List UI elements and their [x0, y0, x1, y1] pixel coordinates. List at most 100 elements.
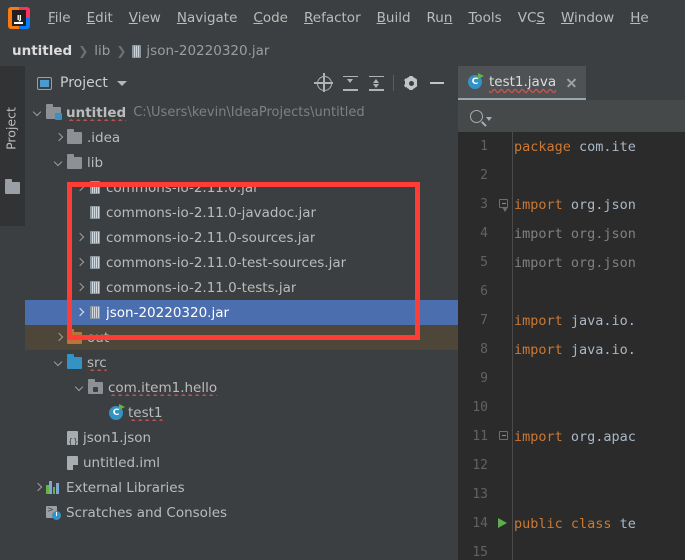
settings-button[interactable]: [398, 71, 424, 95]
tree-node[interactable]: untitled.iml: [25, 450, 458, 475]
line-number: 6: [480, 284, 488, 299]
code-line[interactable]: 2: [458, 161, 685, 190]
code-text: import org.json: [512, 197, 636, 213]
code-line[interactable]: 9: [458, 364, 685, 393]
menu-item-build[interactable]: Build: [369, 10, 419, 26]
fold-gutter[interactable]: [496, 422, 512, 451]
tree-node[interactable]: lib: [25, 150, 458, 175]
menu-item-run[interactable]: Run: [419, 10, 461, 26]
tree-node[interactable]: out: [25, 325, 458, 350]
chevron-right-icon[interactable]: [33, 483, 42, 492]
excluded-folder-icon: [67, 329, 82, 344]
chevron-right-icon[interactable]: [75, 258, 84, 267]
chevron-down-icon[interactable]: [54, 158, 63, 167]
code-line[interactable]: 6: [458, 277, 685, 306]
menu-item-refactor[interactable]: Refactor: [296, 10, 369, 26]
close-icon[interactable]: [565, 76, 578, 89]
tree-node[interactable]: commons-io-2.11.0.jar: [25, 175, 458, 200]
fold-toggle-icon[interactable]: [499, 199, 508, 212]
hide-button[interactable]: [424, 71, 450, 95]
tree-node-label: commons-io-2.11.0-test-sources.jar: [106, 254, 347, 271]
chevron-right-icon[interactable]: [75, 283, 84, 292]
code-line[interactable]: 12: [458, 451, 685, 480]
tree-node[interactable]: test1: [25, 400, 458, 425]
code-line[interactable]: 11 import org.apac: [458, 422, 685, 451]
tree-node[interactable]: json1.json: [25, 425, 458, 450]
tree-node-label: untitled.iml: [83, 454, 161, 471]
code-line[interactable]: 1 package com.ite: [458, 132, 685, 161]
chevron-right-icon[interactable]: [75, 183, 84, 192]
code-line[interactable]: 5 import org.json: [458, 248, 685, 277]
tree-node-label: commons-io-2.11.0-tests.jar: [106, 279, 297, 296]
menu-item-view[interactable]: View: [121, 10, 169, 26]
collapse-all-icon: [368, 75, 384, 91]
menu-item-navigate[interactable]: Navigate: [169, 10, 246, 26]
fold-toggle-icon[interactable]: [499, 431, 508, 440]
expand-all-icon: [342, 75, 358, 91]
code-line[interactable]: 7 import java.io.: [458, 306, 685, 335]
chevron-right-icon[interactable]: [75, 233, 84, 242]
code-line[interactable]: 10: [458, 393, 685, 422]
chevron-right-icon[interactable]: [54, 133, 63, 142]
breadcrumb-item[interactable]: json-20220320.jar: [132, 43, 269, 59]
tool-window-button-project[interactable]: Project: [0, 66, 25, 226]
search-icon[interactable]: [470, 109, 483, 123]
editor-tab-test1-java[interactable]: test1.java: [458, 66, 587, 100]
code-line[interactable]: 15: [458, 538, 685, 560]
chevron-down-icon[interactable]: [54, 358, 63, 367]
breadcrumb-item[interactable]: untitled: [12, 43, 72, 59]
menu-bar: IJ File Edit View Navigate Code Refactor Build…: [0, 0, 685, 36]
menu-item-help[interactable]: He: [622, 10, 656, 26]
chevron-down-icon[interactable]: [75, 383, 84, 392]
menu-item-edit[interactable]: Edit: [79, 10, 121, 26]
line-number: 10: [472, 400, 488, 415]
gutter-marker: [496, 393, 512, 422]
chevron-down-icon[interactable]: [33, 108, 42, 117]
tree-node[interactable]: untitled C:\Users\kevin\IdeaProjects\unti…: [25, 100, 458, 125]
run-arrow-icon[interactable]: [498, 518, 507, 528]
tree-node[interactable]: commons-io-2.11.0-javadoc.jar: [25, 200, 458, 225]
tree-node[interactable]: commons-io-2.11.0-sources.jar: [25, 225, 458, 250]
tree-node[interactable]: commons-io-2.11.0-tests.jar: [25, 275, 458, 300]
expand-all-button[interactable]: [337, 71, 363, 95]
code-token: org.json: [570, 225, 636, 242]
breadcrumb[interactable]: untitled ❯ lib ❯ json-20220320.jar: [0, 36, 685, 66]
chevron-down-icon[interactable]: [116, 80, 127, 86]
code-line[interactable]: 13: [458, 480, 685, 509]
tree-node[interactable]: External Libraries: [25, 475, 458, 500]
tree-node[interactable]: Scratches and Consoles: [25, 500, 458, 525]
project-tree[interactable]: untitled C:\Users\kevin\IdeaProjects\unti…: [25, 100, 458, 560]
tree-node[interactable]: src: [25, 350, 458, 375]
locate-icon: [313, 72, 333, 92]
code-line[interactable]: 8 import java.io.: [458, 335, 685, 364]
breadcrumb-item[interactable]: lib: [94, 43, 110, 59]
tree-node[interactable]: commons-io-2.11.0-test-sources.jar: [25, 250, 458, 275]
chevron-down-icon[interactable]: [486, 116, 492, 121]
locate-in-tree-button[interactable]: [311, 71, 337, 95]
tree-node[interactable]: com.item1.hello: [25, 375, 458, 400]
chevron-right-icon[interactable]: [75, 308, 84, 317]
breadcrumb-label: untitled: [12, 43, 73, 59]
gutter-marker: [496, 538, 512, 560]
fold-gutter[interactable]: [496, 190, 512, 219]
tree-node[interactable]: json-20220320.jar: [25, 300, 458, 325]
menu-item-tools[interactable]: Tools: [460, 10, 509, 26]
code-text: import org.json: [512, 226, 636, 242]
menu-item-window[interactable]: Window: [553, 10, 622, 26]
code-line[interactable]: 3 import org.json: [458, 190, 685, 219]
menu-item-vcs[interactable]: VCS: [510, 10, 553, 26]
chevron-right-icon[interactable]: [54, 333, 63, 342]
code-view[interactable]: 1 package com.ite 2 3 import org.json 4 import…: [458, 132, 685, 560]
module-folder-icon: [46, 104, 62, 120]
run-gutter[interactable]: [496, 509, 512, 538]
code-line[interactable]: 14 public class te: [458, 509, 685, 538]
code-line[interactable]: 4 import org.json: [458, 219, 685, 248]
gutter-marker: [496, 335, 512, 364]
editor-search-bar[interactable]: [458, 100, 685, 132]
menu-item-code[interactable]: Code: [245, 10, 296, 26]
collapse-all-button[interactable]: [363, 71, 389, 95]
tree-node[interactable]: .idea: [25, 125, 458, 150]
folder-icon[interactable]: [5, 179, 20, 194]
menu-item-file[interactable]: File: [40, 10, 79, 26]
